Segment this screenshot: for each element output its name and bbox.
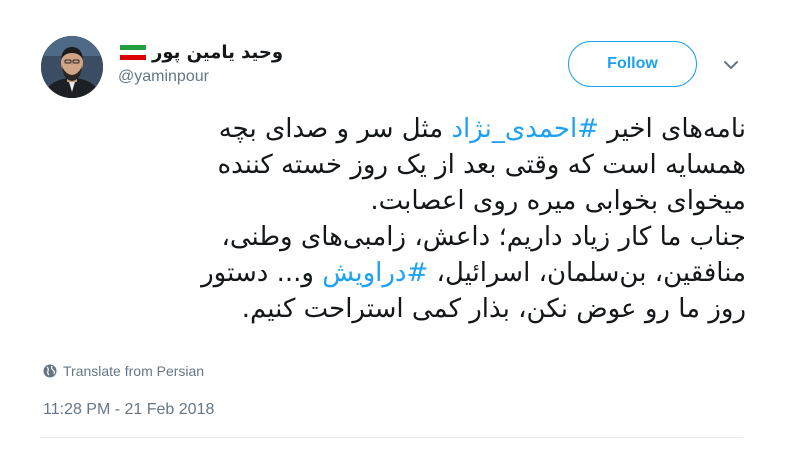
tweet-text-segment: جناب ما کار زیاد داریم؛ داعش، زامبی‌های … bbox=[221, 222, 746, 252]
author-handle[interactable]: @yaminpour bbox=[118, 68, 209, 86]
tweet-line: جناب ما کار زیاد داریم؛ داعش، زامبی‌های … bbox=[40, 219, 746, 255]
translate-label: Translate from Persian bbox=[63, 363, 205, 379]
follow-button[interactable]: Follow bbox=[568, 41, 697, 87]
tweet-text-segment: همسایه است که وقتی بعد از یک روز خسته کن… bbox=[217, 150, 746, 180]
globe-icon bbox=[43, 364, 57, 378]
tweet-timestamp[interactable]: 11:28 PM - 21 Feb 2018 bbox=[43, 401, 214, 419]
tweet-text-segment: نامه‌های اخیر bbox=[598, 114, 746, 144]
tweet-text-segment: میخوای بخوابی میره روی اعصابت. bbox=[370, 186, 746, 216]
translate-link[interactable]: Translate from Persian bbox=[43, 363, 204, 379]
profile-photo-icon bbox=[41, 36, 103, 98]
tweet-text-segment: منافقین، بن‌سلمان، اسرائیل، bbox=[428, 258, 746, 288]
tweet-text-segment: روز ما رو عوض نکن، بذار کمی استراحت کنیم… bbox=[241, 294, 746, 324]
tweet-text: نامه‌های اخیر #احمدی_نژاد مثل سر و صدای … bbox=[40, 111, 746, 327]
tweet-line: نامه‌های اخیر #احمدی_نژاد مثل سر و صدای … bbox=[40, 111, 746, 147]
hashtag-link[interactable]: #دراویش bbox=[322, 258, 428, 288]
divider bbox=[40, 437, 743, 438]
tweet-line: روز ما رو عوض نکن، بذار کمی استراحت کنیم… bbox=[40, 291, 746, 327]
tweet-text-segment: و... دستور bbox=[201, 258, 323, 288]
hashtag-link[interactable]: #احمدی_نژاد bbox=[451, 114, 599, 144]
avatar[interactable] bbox=[41, 36, 103, 98]
author-display-name: وحید یامین پور bbox=[152, 42, 284, 63]
author-name[interactable]: وحید یامین پور bbox=[120, 42, 283, 63]
tweet-line: منافقین، بن‌سلمان، اسرائیل، #دراویش و...… bbox=[40, 255, 746, 291]
tweet-text-segment: مثل سر و صدای بچه bbox=[218, 114, 452, 144]
chevron-down-icon[interactable] bbox=[722, 58, 740, 72]
iran-flag-icon bbox=[120, 44, 146, 61]
tweet-line: میخوای بخوابی میره روی اعصابت. bbox=[40, 183, 746, 219]
tweet-line: همسایه است که وقتی بعد از یک روز خسته کن… bbox=[40, 147, 746, 183]
